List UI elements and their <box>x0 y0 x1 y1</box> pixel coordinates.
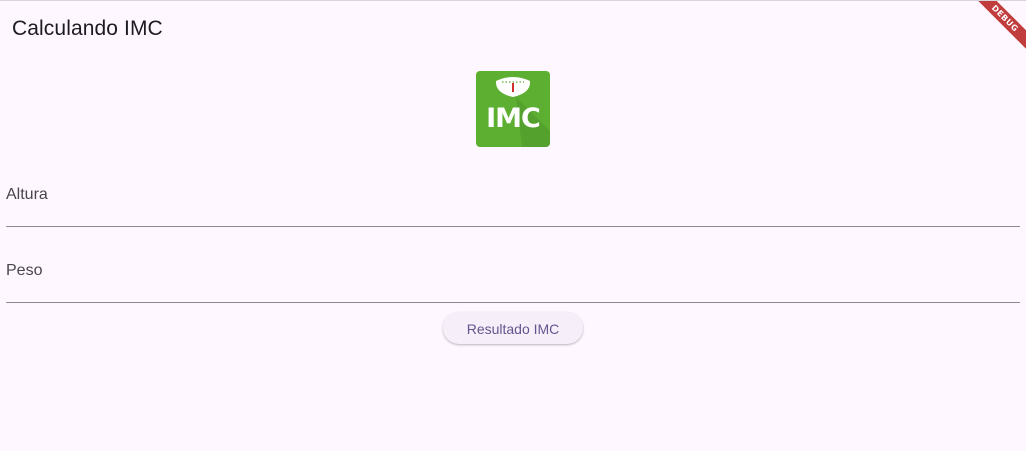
height-field[interactable]: Altura <box>6 182 1020 227</box>
weight-input[interactable] <box>6 258 1020 302</box>
height-input[interactable] <box>6 182 1020 226</box>
app-window: Calculando IMC DEBUG IMC Altura Peso Res… <box>0 0 1026 451</box>
calculate-imc-button[interactable]: Resultado IMC <box>443 312 583 344</box>
weight-field[interactable]: Peso <box>6 258 1020 303</box>
logo-text: IMC <box>486 103 541 134</box>
debug-banner-label: DEBUG <box>969 1 1026 54</box>
page-title: Calculando IMC <box>12 17 163 40</box>
debug-banner: DEBUG <box>966 1 1026 61</box>
imc-logo: IMC <box>476 71 550 147</box>
